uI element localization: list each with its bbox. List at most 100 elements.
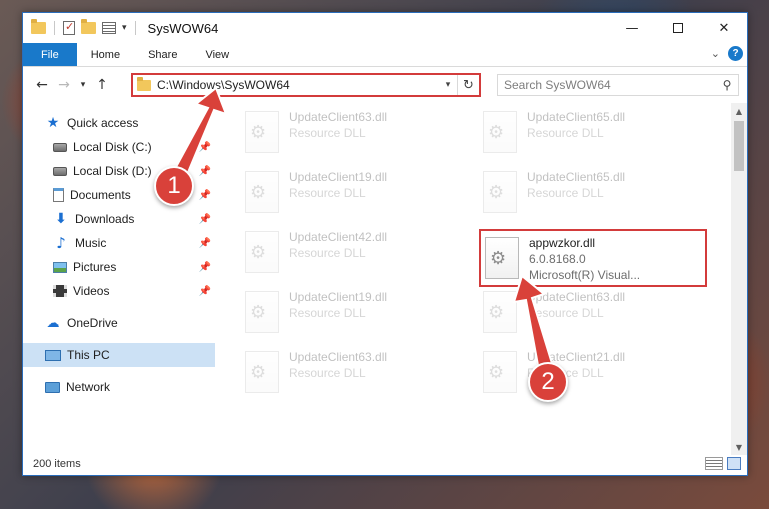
address-bar[interactable]: C:\Windows\SysWOW64 ▾ ↻ [131, 73, 481, 97]
file-name: UpdateClient42.dll [289, 230, 388, 244]
tab-file[interactable]: File [23, 43, 77, 66]
file-item[interactable]: UpdateClient65.dll Resource DLL [483, 169, 709, 223]
sidebar-item-label: Local Disk (D:) [73, 164, 152, 178]
expand-ribbon-chevron-icon[interactable]: ⌄ [711, 47, 720, 60]
sidebar-item-network[interactable]: Network [23, 375, 215, 399]
sidebar-item-quick-access[interactable]: ★ Quick access [23, 111, 215, 135]
file-company: Microsoft(R) Visual... [529, 268, 641, 282]
dll-file-icon [245, 231, 279, 273]
file-list: UpdateClient63.dll Resource DLL UpdateCli… [215, 103, 747, 455]
drive-icon [53, 142, 67, 152]
file-explorer-window: ▾ SysWOW64 — ✕ File Home Share View ⌄ ? … [22, 12, 748, 476]
address-path[interactable]: C:\Windows\SysWOW64 [157, 78, 439, 92]
dll-file-icon [245, 111, 279, 153]
customize-toolbar-arrow-icon[interactable]: ▾ [122, 23, 127, 33]
up-button[interactable]: ↑ [91, 74, 113, 96]
pin-icon[interactable]: 📌 [199, 214, 211, 225]
sidebar-item-pictures[interactable]: Pictures 📌 [23, 255, 215, 279]
file-description: Resource DLL [289, 246, 366, 260]
maximize-icon [673, 23, 683, 33]
details-view-icon[interactable] [705, 457, 723, 470]
dll-file-icon [483, 111, 517, 153]
file-name: UpdateClient65.dll [527, 170, 626, 184]
file-name: UpdateClient19.dll [289, 290, 388, 304]
title-bar: ▾ SysWOW64 — ✕ [23, 13, 747, 43]
file-name: UpdateClient63.dll [289, 110, 388, 124]
onedrive-icon: ☁ [46, 315, 60, 331]
file-name: UpdateClient65.dll [527, 110, 626, 124]
help-icon[interactable]: ? [728, 46, 743, 61]
this-pc-icon [45, 349, 61, 361]
dll-file-icon [483, 171, 517, 213]
music-icon: ♪ [56, 234, 66, 252]
status-bar: 200 items [23, 453, 747, 475]
file-item[interactable]: UpdateClient63.dll Resource DLL [483, 289, 709, 343]
pin-icon[interactable]: 📌 [199, 190, 211, 201]
view-switcher [705, 457, 741, 470]
tab-view[interactable]: View [191, 43, 243, 66]
properties-icon[interactable] [63, 20, 75, 35]
sidebar-item-onedrive[interactable]: ☁ OneDrive [23, 311, 215, 335]
dll-file-icon [245, 351, 279, 393]
search-box[interactable]: ⚲ [497, 74, 739, 96]
navigation-bar: ← → ▾ ↑ C:\Windows\SysWOW64 ▾ ↻ ⚲ [23, 67, 747, 103]
sidebar-item-label: Pictures [73, 260, 117, 274]
maximize-button[interactable] [655, 13, 701, 43]
new-folder-icon[interactable] [81, 19, 96, 34]
videos-icon [53, 285, 67, 297]
sidebar-item-label: Local Disk (C:) [73, 140, 152, 154]
file-version: 6.0.8168.0 [529, 252, 586, 266]
file-item-appwzkor[interactable]: appwzkor.dll 6.0.8168.0 Microsoft(R) Vis… [479, 229, 707, 287]
tiles-view-icon[interactable] [727, 457, 741, 470]
file-description: Resource DLL [527, 126, 604, 140]
vertical-scrollbar[interactable]: ▲ ▼ [731, 103, 747, 455]
sidebar-item-label: OneDrive [67, 316, 118, 330]
scroll-thumb[interactable] [734, 121, 744, 171]
file-item[interactable]: UpdateClient63.dll Resource DLL [245, 349, 471, 403]
file-item[interactable]: UpdateClient42.dll Resource DLL [245, 229, 471, 283]
file-item[interactable]: UpdateClient19.dll Resource DLL [245, 289, 471, 343]
minimize-button[interactable]: — [609, 13, 655, 43]
tab-home[interactable]: Home [77, 43, 134, 66]
navigation-pane: ★ Quick access Local Disk (C:) 📌 Local D… [23, 103, 215, 455]
back-button[interactable]: ← [31, 74, 53, 96]
file-description: Resource DLL [289, 126, 366, 140]
ribbon-tabs: File Home Share View ⌄ ? [23, 43, 747, 67]
item-count: 200 items [33, 458, 81, 470]
sidebar-item-downloads[interactable]: ⬇ Downloads 📌 [23, 207, 215, 231]
customize-list-icon[interactable] [102, 22, 116, 34]
pin-icon[interactable]: 📌 [199, 238, 211, 249]
file-item[interactable]: UpdateClient19.dll Resource DLL [245, 169, 471, 223]
file-item[interactable]: UpdateClient63.dll Resource DLL [245, 109, 471, 163]
scroll-up-arrow-icon[interactable]: ▲ [731, 103, 747, 119]
file-item[interactable]: UpdateClient65.dll Resource DLL [483, 109, 709, 163]
dll-file-icon [483, 351, 517, 393]
sidebar-item-videos[interactable]: Videos 📌 [23, 279, 215, 303]
sidebar-item-label: Quick access [67, 116, 139, 130]
sidebar-item-this-pc[interactable]: This PC [23, 343, 215, 367]
file-item[interactable]: UpdateClient21.dllResource DLL [483, 349, 709, 403]
recent-locations-chevron-icon[interactable]: ▾ [75, 74, 91, 96]
refresh-icon[interactable]: ↻ [457, 75, 479, 95]
pictures-icon [53, 261, 67, 273]
dll-file-icon [483, 291, 517, 333]
sidebar-item-local-disk-c[interactable]: Local Disk (C:) 📌 [23, 135, 215, 159]
sidebar-item-label: Network [66, 380, 111, 394]
search-icon[interactable]: ⚲ [716, 78, 738, 92]
search-input[interactable] [504, 78, 716, 92]
star-icon: ★ [46, 115, 60, 131]
close-button[interactable]: ✕ [701, 13, 747, 43]
pin-icon[interactable]: 📌 [199, 166, 211, 177]
dll-file-icon [245, 291, 279, 333]
caption-buttons: — ✕ [609, 13, 747, 43]
folder-icon [31, 19, 46, 34]
pin-icon[interactable]: 📌 [199, 262, 211, 273]
tab-share[interactable]: Share [134, 43, 191, 66]
step-1-callout: 1 [154, 166, 194, 206]
sidebar-item-music[interactable]: ♪ Music 📌 [23, 231, 215, 255]
address-dropdown-chevron-icon[interactable]: ▾ [439, 80, 457, 90]
forward-button[interactable]: → [53, 74, 75, 96]
pin-icon[interactable]: 📌 [199, 142, 211, 153]
pin-icon[interactable]: 📌 [199, 286, 211, 297]
file-name: UpdateClient63.dll [289, 350, 388, 364]
